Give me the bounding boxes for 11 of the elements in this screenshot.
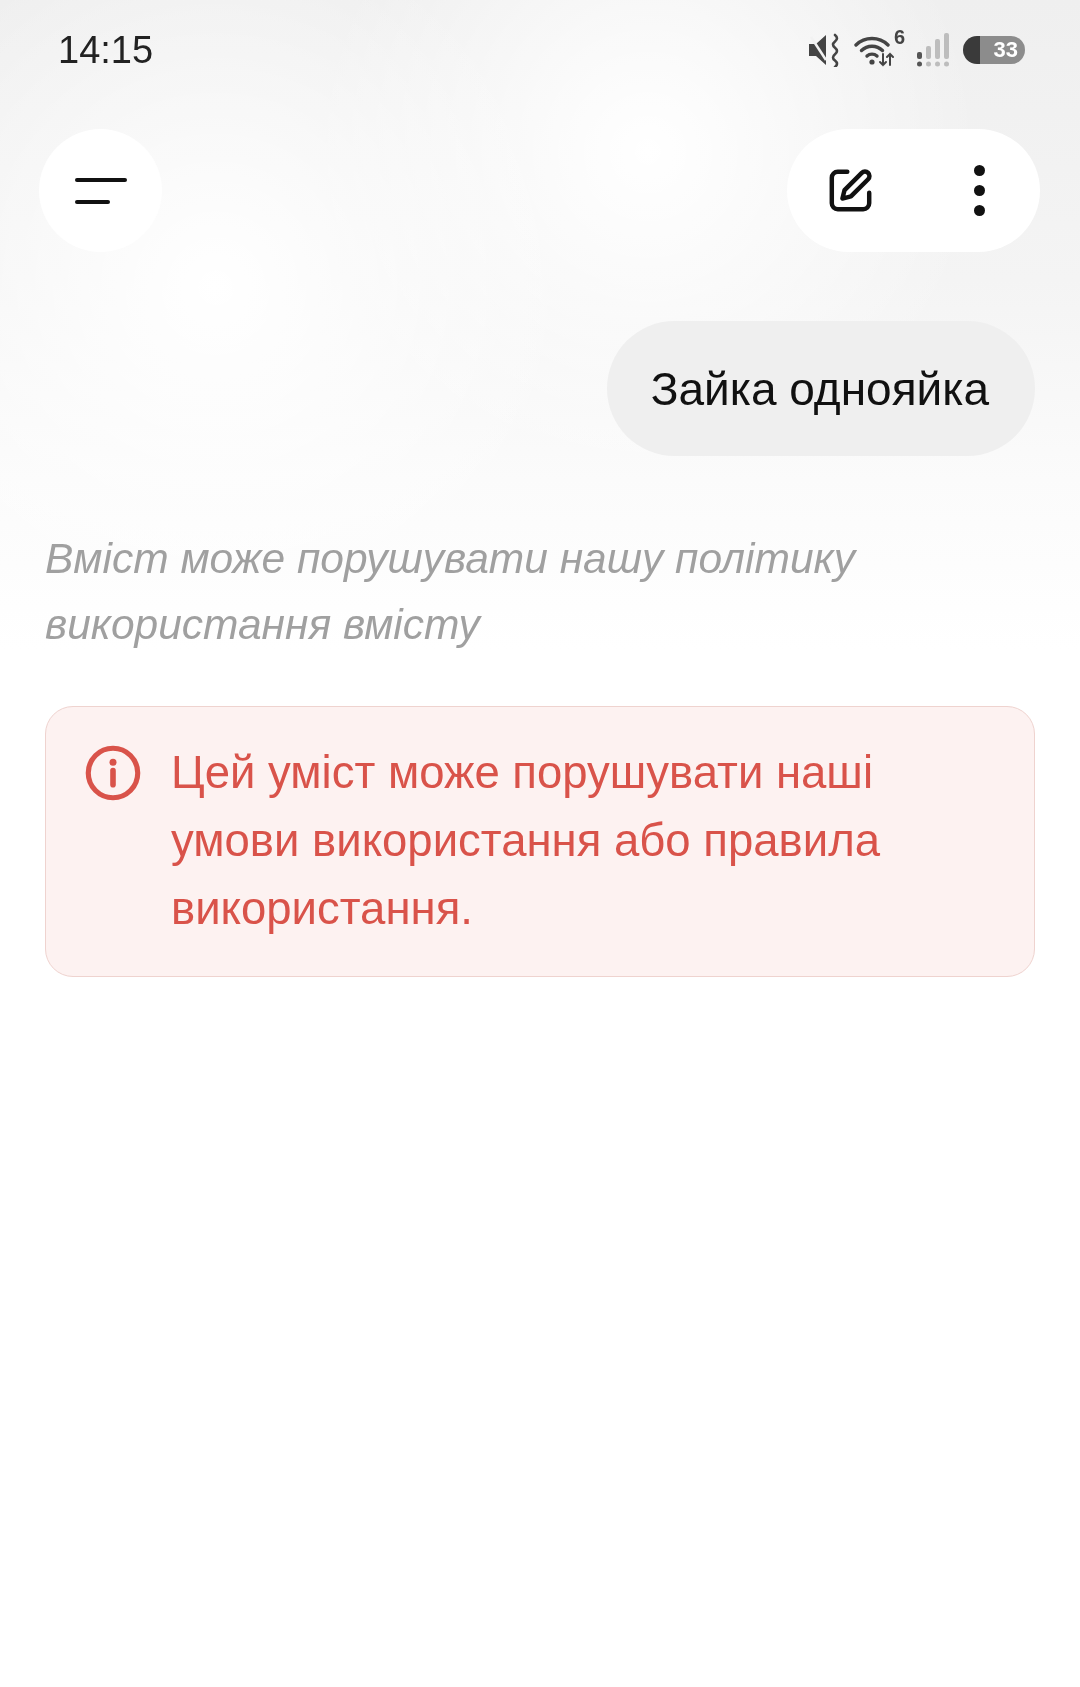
warning-text: Цей уміст може порушувати наші умови використання або правила використання.: [171, 746, 881, 936]
status-time: 14:15: [58, 28, 154, 72]
user-message-bubble: Зайка однояйка: [606, 321, 1035, 456]
more-icon: [974, 165, 985, 216]
policy-notice-text: Вміст може порушувати нашу політику використання вмісту: [45, 534, 858, 650]
menu-icon: [74, 176, 127, 205]
signal-icon: [917, 33, 949, 67]
wifi-generation-label: 6: [893, 27, 905, 47]
info-icon: [85, 745, 141, 801]
battery-indicator: 33: [963, 36, 1025, 64]
more-options-button[interactable]: [974, 165, 985, 216]
